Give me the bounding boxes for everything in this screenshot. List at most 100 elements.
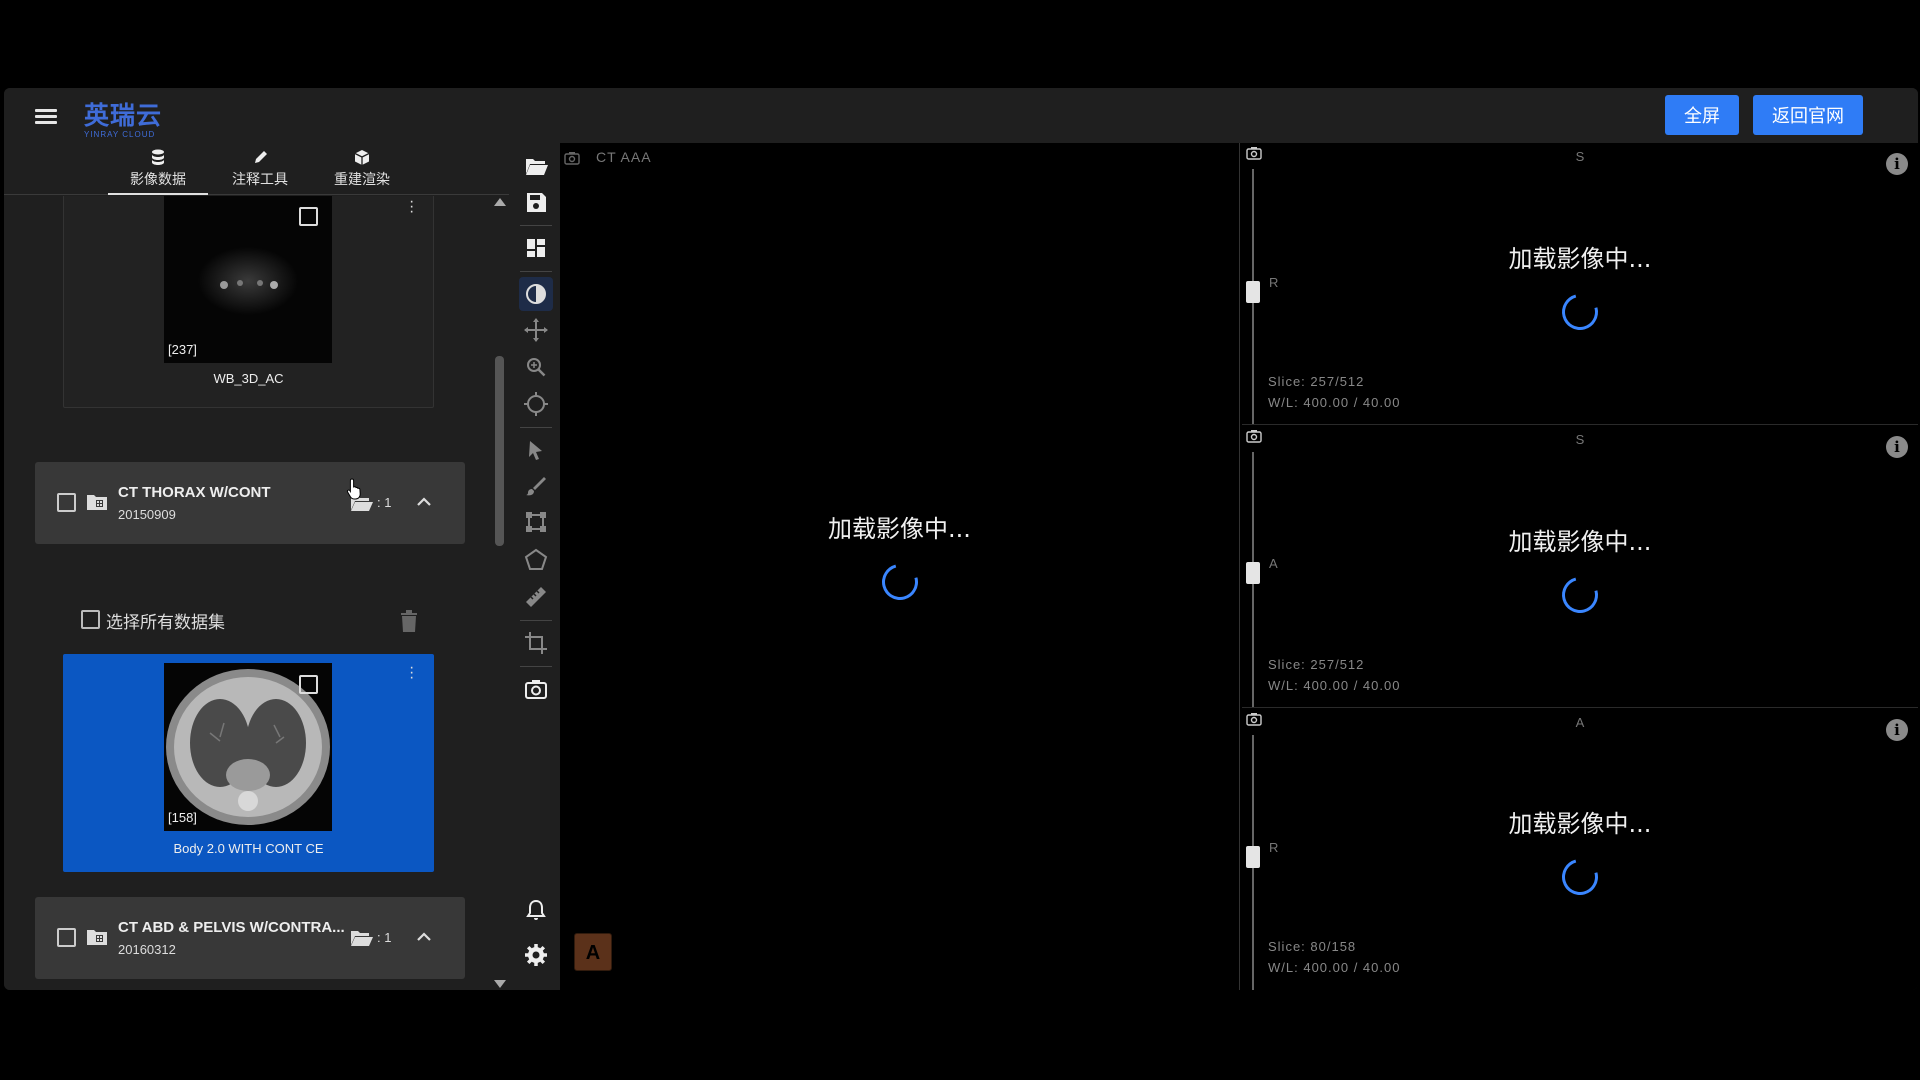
database-icon — [108, 149, 208, 169]
viewport-axial[interactable]: A R i 加载影像中... Slice: 80/158 W/L: 400.00… — [1242, 709, 1918, 990]
scroll-down-arrow-icon[interactable] — [494, 980, 506, 988]
tab-image-data[interactable]: 影像数据 — [108, 149, 208, 195]
slice-slider[interactable] — [1246, 281, 1260, 303]
slice-info: Slice: 80/158 — [1268, 939, 1357, 954]
bounding-box-icon[interactable] — [519, 505, 553, 539]
hand-cursor-icon — [346, 478, 361, 500]
tab-label: 重建渲染 — [334, 172, 390, 188]
slice-count: [158] — [168, 810, 197, 825]
info-icon[interactable]: i — [1886, 436, 1908, 458]
camera-icon[interactable] — [564, 151, 580, 165]
loading-text: 加载影像中... — [1508, 245, 1652, 273]
left-panel: 影像数据 注释工具 重建渲染 [237] · · · WB_3D_AC CT T… — [4, 143, 509, 990]
app-window: 英瑞云 YINRAY CLOUD 全屏 返回官网 影像数据 注释工具 重建渲染 … — [4, 88, 1918, 990]
viewport-sagittal-1[interactable]: S R i 加载影像中... Slice: 257/512 W/L: 400.0… — [1242, 143, 1918, 425]
window-level-info: W/L: 400.00 / 40.00 — [1268, 678, 1401, 693]
slice-info: Slice: 257/512 — [1268, 374, 1365, 389]
study-folder-icon — [87, 495, 107, 510]
study-date: 20160312 — [118, 942, 176, 957]
slice-info: Slice: 257/512 — [1268, 657, 1365, 672]
series-thumbnail[interactable]: [237] — [164, 196, 332, 363]
study-date: 20150909 — [118, 507, 176, 522]
study-checkbox[interactable] — [57, 928, 76, 947]
series-thumbnail[interactable]: [158] — [164, 663, 332, 831]
viewport-meta: Slice: 257/512 W/L: 400.00 / 40.00 — [1268, 371, 1400, 413]
folder-open-icon — [351, 931, 373, 946]
layout-icon[interactable] — [519, 231, 553, 265]
series-list: [237] · · · WB_3D_AC CT THORAX W/CONT 2015… — [4, 196, 489, 990]
tab-label: 影像数据 — [130, 172, 186, 188]
series-card[interactable]: [237] · · · WB_3D_AC — [63, 196, 434, 408]
bell-icon[interactable] — [519, 893, 553, 927]
return-website-button[interactable]: 返回官网 — [1753, 95, 1863, 135]
viewport-title: CT AAA — [596, 149, 652, 165]
save-icon[interactable] — [519, 185, 553, 219]
settings-icon[interactable] — [519, 938, 553, 972]
tab-reconstruction[interactable]: 重建渲染 — [312, 149, 412, 195]
scroll-thumb[interactable] — [495, 356, 504, 546]
top-bar: 英瑞云 YINRAY CLOUD 全屏 返回官网 — [4, 88, 1918, 143]
slice-slider[interactable] — [1246, 846, 1260, 868]
study-folder-icon — [87, 930, 107, 945]
scroll-up-arrow-icon[interactable] — [494, 198, 506, 206]
loading-text: 加载影像中... — [1508, 528, 1652, 556]
loading-spinner — [1555, 852, 1605, 902]
loading-spinner — [1555, 570, 1605, 620]
study-title: CT ABD & PELVIS W/CONTRA... — [118, 919, 345, 936]
zoom-icon[interactable] — [519, 350, 553, 384]
orientation-top: S — [1575, 432, 1585, 447]
orientation-top: A — [1575, 715, 1585, 730]
viewport-main[interactable]: CT AAA 加载影像中... A — [560, 143, 1240, 990]
series-card-selected[interactable]: [158] · · · Body 2.0 WITH CONT CE — [63, 654, 434, 872]
folder-open-icon[interactable] — [519, 149, 553, 183]
series-label: WB_3D_AC — [213, 371, 284, 386]
info-icon[interactable]: i — [1886, 719, 1908, 741]
series-checkbox[interactable] — [299, 675, 318, 694]
select-all-checkbox[interactable] — [81, 610, 100, 629]
more-vert-icon[interactable]: · · · — [409, 660, 414, 686]
ruler-icon[interactable] — [519, 580, 553, 614]
hamburger-menu-icon[interactable] — [26, 101, 66, 131]
orientation-left: R — [1269, 275, 1279, 290]
list-scrollbar[interactable] — [492, 196, 506, 990]
loading-spinner — [875, 557, 925, 607]
viewport-sagittal-2[interactable]: S A i 加载影像中... Slice: 257/512 W/L: 400.0… — [1242, 426, 1918, 708]
window-level-icon[interactable] — [519, 277, 553, 311]
loading-spinner — [1555, 287, 1605, 337]
brush-icon[interactable] — [519, 469, 553, 503]
study-row[interactable]: CT ABD & PELVIS W/CONTRA... 20160312 : 1 — [35, 897, 465, 979]
study-title: CT THORAX W/CONT — [118, 484, 271, 501]
viewport-grid: CT AAA 加载影像中... A S R i 加载影像中... Slice: … — [560, 143, 1918, 990]
crosshair-icon[interactable] — [519, 387, 553, 421]
pencil-icon — [210, 149, 310, 169]
panel-tabs: 影像数据 注释工具 重建渲染 — [4, 143, 509, 195]
fullscreen-button[interactable]: 全屏 — [1665, 95, 1739, 135]
series-checkbox[interactable] — [299, 207, 318, 226]
viewport-meta: Slice: 257/512 W/L: 400.00 / 40.00 — [1268, 654, 1400, 696]
screenshot-icon[interactable] — [519, 672, 553, 706]
pointer-icon[interactable] — [519, 433, 553, 467]
orientation-marker: A — [574, 933, 612, 971]
logo-subtext: YINRAY CLOUD — [84, 130, 156, 139]
chevron-up-icon[interactable] — [414, 927, 434, 947]
info-icon[interactable]: i — [1886, 153, 1908, 175]
study-checkbox[interactable] — [57, 493, 76, 512]
loading-text: 加载影像中... — [1508, 810, 1652, 838]
more-vert-icon[interactable]: · · · — [409, 196, 414, 220]
chevron-up-icon[interactable] — [414, 492, 434, 512]
tab-label: 注释工具 — [232, 172, 288, 188]
tab-annotation-tools[interactable]: 注释工具 — [210, 149, 310, 195]
loading-text: 加载影像中... — [828, 515, 971, 543]
logo: 英瑞云 YINRAY CLOUD — [84, 96, 162, 139]
polygon-icon[interactable] — [519, 543, 553, 577]
crop-icon[interactable] — [519, 626, 553, 660]
slice-slider[interactable] — [1246, 562, 1260, 584]
slice-count: [237] — [168, 342, 197, 357]
pan-icon[interactable] — [519, 313, 553, 347]
logo-text: 英瑞云 — [84, 101, 163, 130]
window-level-info: W/L: 400.00 / 40.00 — [1268, 395, 1401, 410]
trash-icon[interactable] — [400, 610, 418, 632]
study-row[interactable]: CT THORAX W/CONT 20150909 : 1 — [35, 462, 465, 544]
series-count: : 1 — [377, 930, 392, 945]
series-label: Body 2.0 WITH CONT CE — [173, 841, 324, 856]
